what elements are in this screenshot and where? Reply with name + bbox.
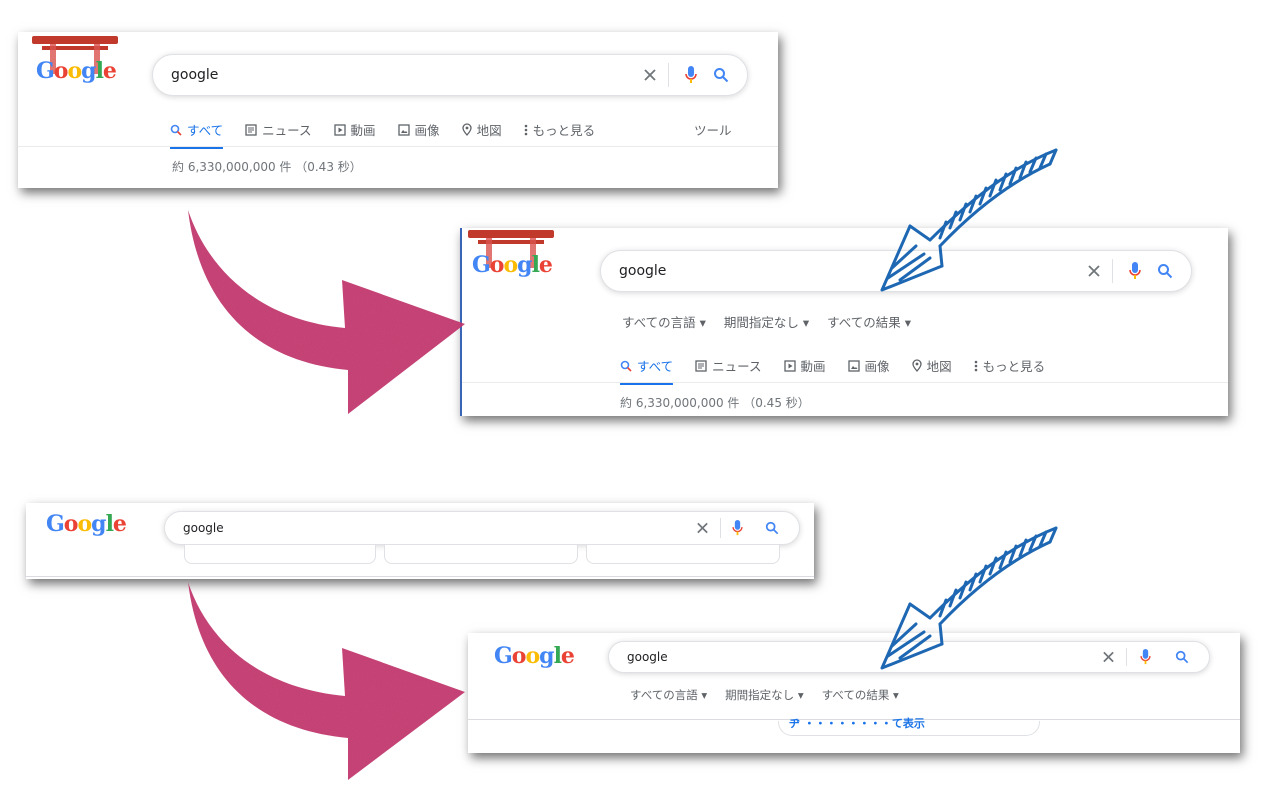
google-doodle-logo[interactable]: Google <box>32 36 118 88</box>
search-tools-filters: すべての言語 ▾ 期間指定なし ▾ すべての結果 ▾ <box>630 687 917 703</box>
search-box[interactable]: google <box>164 511 800 545</box>
map-pin-icon <box>911 359 922 372</box>
logo-text: Google <box>472 252 553 278</box>
tab-more[interactable]: もっと見る <box>974 356 1045 375</box>
tab-all[interactable]: すべて <box>170 120 224 149</box>
map-pin-icon <box>461 123 472 136</box>
search-input[interactable]: google <box>171 67 218 83</box>
screenshot-panel-after-2: Google google すべての言語 ▾ 期間指定なし ▾ すべての結果 ▾… <box>468 633 1240 753</box>
blue-hand-drawn-arrow-top <box>880 148 1058 292</box>
logo-text: Google <box>36 58 117 84</box>
screenshot-panel-after-1: Google google すべての言語 ▾ 期間指定なし ▾ すべての結果 ▾… <box>460 228 1228 416</box>
close-icon[interactable] <box>1087 264 1101 278</box>
show-more-chip[interactable]: ヂ ・・・・・・・・て表示 <box>778 717 1040 736</box>
suggestion-chip[interactable] <box>184 545 376 564</box>
microphone-icon[interactable] <box>732 520 743 536</box>
newspaper-icon <box>245 123 257 136</box>
blue-hand-drawn-arrow-bottom <box>880 526 1058 670</box>
search-icon[interactable] <box>1157 263 1173 279</box>
play-icon <box>333 123 346 136</box>
pink-curved-arrow-top <box>188 210 465 414</box>
tab-images[interactable]: 画像 <box>397 120 440 139</box>
screenshot-panel-before-1: Google google すべて ニュース 動画 画像 地図 もっと見る ツー… <box>18 32 778 188</box>
search-tools-filters: すべての言語 ▾ 期間指定なし ▾ すべての結果 ▾ <box>622 312 929 331</box>
pink-curved-arrow-bottom <box>188 582 465 780</box>
suggestion-chip[interactable] <box>586 545 780 564</box>
tools-button[interactable]: ツール <box>694 120 732 139</box>
google-doodle-logo[interactable]: Google <box>42 505 128 545</box>
search-icon[interactable] <box>1175 650 1189 664</box>
language-filter[interactable]: すべての言語 ▾ <box>630 687 707 703</box>
search-input[interactable]: google <box>627 650 668 664</box>
tab-videos[interactable]: 動画 <box>333 120 376 139</box>
search-input[interactable]: google <box>619 263 666 279</box>
search-icon[interactable] <box>713 67 729 83</box>
microphone-icon[interactable] <box>685 66 697 84</box>
newspaper-icon <box>695 359 707 372</box>
search-icon <box>620 360 632 372</box>
search-input[interactable]: google <box>183 521 224 535</box>
tab-all[interactable]: すべて <box>620 356 674 385</box>
search-tabs: すべて ニュース 動画 画像 地図 もっと見る <box>620 356 1067 385</box>
search-icon[interactable] <box>765 521 779 535</box>
result-stats: 約 6,330,000,000 件 （0.43 秒） <box>172 160 362 174</box>
tab-videos[interactable]: 動画 <box>783 356 826 375</box>
google-doodle-logo[interactable]: Google <box>468 230 554 282</box>
tab-news[interactable]: ニュース <box>245 120 312 139</box>
suggestion-chip[interactable] <box>384 545 578 564</box>
close-icon[interactable] <box>643 68 657 82</box>
close-icon[interactable] <box>696 522 709 535</box>
results-filter[interactable]: すべての結果 ▾ <box>822 687 899 703</box>
play-icon <box>783 359 796 372</box>
language-filter[interactable]: すべての言語 ▾ <box>622 312 706 331</box>
time-filter[interactable]: 期間指定なし ▾ <box>725 687 803 703</box>
time-filter[interactable]: 期間指定なし ▾ <box>724 312 809 331</box>
more-vert-icon <box>524 124 528 136</box>
screenshot-panel-before-2: Google google <box>26 503 814 579</box>
more-vert-icon <box>974 360 978 372</box>
image-icon <box>397 123 410 136</box>
logo-text: Google <box>494 643 575 669</box>
partial-chip-text: ヂ ・・・・・・・・て表示 <box>789 717 925 730</box>
search-box[interactable]: google <box>152 54 748 96</box>
microphone-icon[interactable] <box>1140 649 1151 665</box>
result-stats: 約 6,330,000,000 件 （0.45 秒） <box>620 396 810 410</box>
close-icon[interactable] <box>1102 651 1115 664</box>
google-doodle-logo[interactable]: Google <box>490 637 576 677</box>
tab-more[interactable]: もっと見る <box>524 120 595 139</box>
tab-news[interactable]: ニュース <box>695 356 762 375</box>
search-icon <box>170 124 182 136</box>
tab-maps[interactable]: 地図 <box>461 120 502 139</box>
results-filter[interactable]: すべての結果 ▾ <box>827 312 911 331</box>
tab-maps[interactable]: 地図 <box>911 356 952 375</box>
search-tabs: すべて ニュース 動画 画像 地図 もっと見る <box>170 120 617 149</box>
logo-text: Google <box>46 511 127 537</box>
microphone-icon[interactable] <box>1129 262 1141 280</box>
tab-images[interactable]: 画像 <box>847 356 890 375</box>
image-icon <box>847 359 860 372</box>
